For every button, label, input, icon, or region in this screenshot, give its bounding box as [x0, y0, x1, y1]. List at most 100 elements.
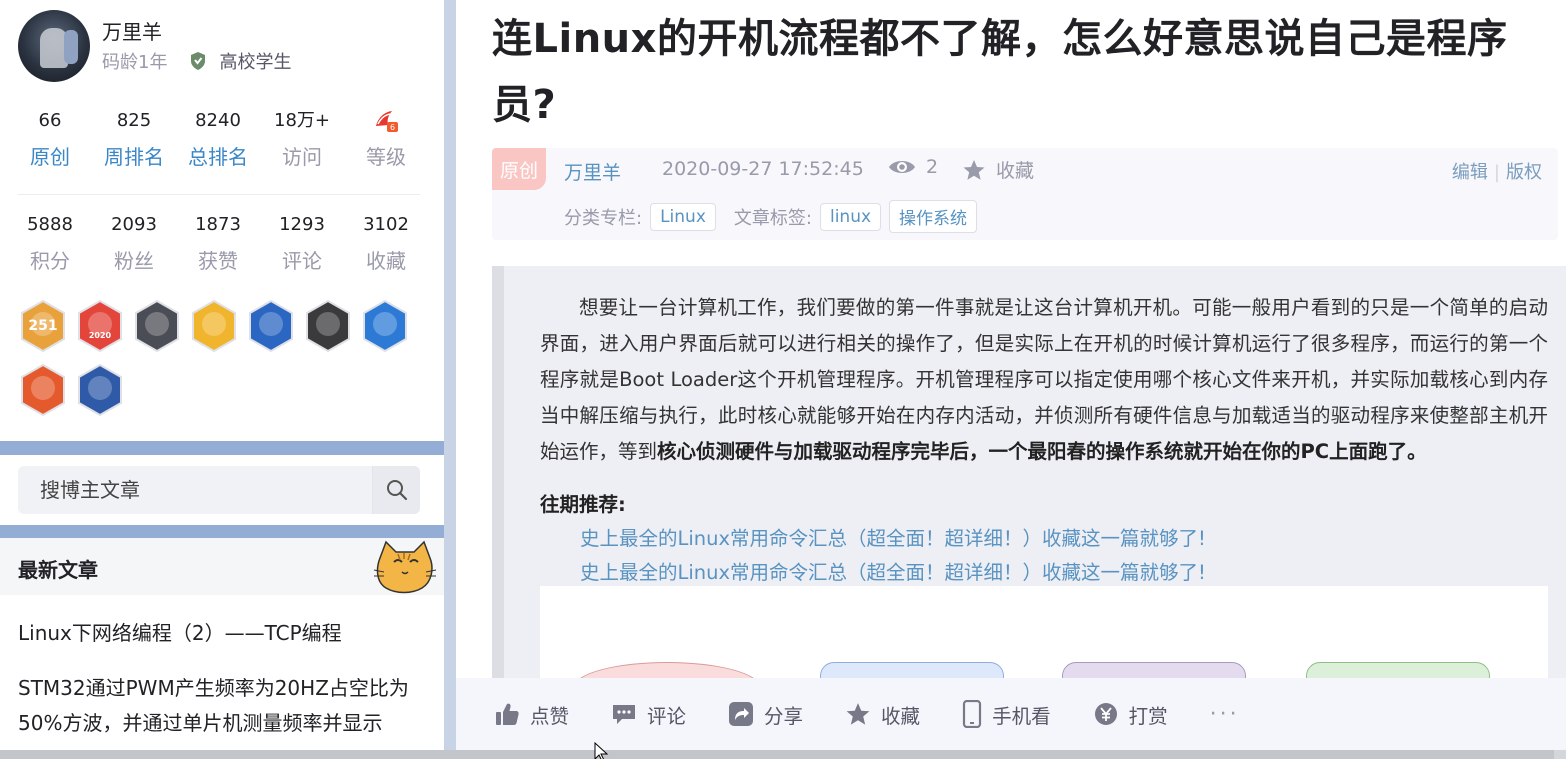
stat-label: 收藏	[366, 249, 406, 273]
achievement-badge-icon[interactable]	[191, 300, 237, 352]
article-favorite-button[interactable]: 收藏	[962, 156, 1034, 183]
copyright-link[interactable]: 版权	[1506, 162, 1542, 183]
stat-likes: 1873 获赞	[176, 212, 260, 274]
stat-value: 2093	[111, 214, 157, 235]
search-icon	[386, 480, 407, 501]
badge-text: 2020	[89, 331, 112, 340]
article-author-link[interactable]: 万里羊	[564, 158, 621, 185]
search-input[interactable]	[18, 466, 372, 514]
stat-value: 825	[116, 110, 152, 131]
stat-visits: 18万+ 访问	[260, 108, 344, 170]
mobile-view-button[interactable]: 手机看	[962, 700, 1051, 729]
recommend-link[interactable]: 史上最全的Linux常用命令汇总（超全面！超详细！）收藏这一篇就够了!	[580, 556, 1206, 585]
edit-link[interactable]: 编辑	[1452, 162, 1488, 183]
achievement-badge-icon[interactable]: 2020	[77, 300, 123, 352]
svg-text:6: 6	[390, 123, 395, 132]
share-icon	[729, 702, 754, 726]
stats-row-1: 66 原创 825 周排名 8240 总排名 18万+ 访问 6 等级	[8, 108, 428, 170]
stat-value: 3102	[363, 214, 409, 235]
phone-icon	[962, 700, 982, 728]
stat-comments: 1293 评论	[260, 212, 344, 274]
stat-points: 5888 积分	[8, 212, 92, 274]
article-title: 连Linux的开机流程都不了解，怎么好意思说自己是程序员?	[492, 16, 1508, 128]
level-icon: 6	[344, 108, 428, 134]
like-button[interactable]: 点赞	[494, 700, 569, 729]
share-label: 分享	[764, 704, 804, 728]
stat-level[interactable]: 6 等级	[344, 108, 428, 170]
star-icon	[846, 703, 870, 725]
share-button[interactable]: 分享	[728, 700, 803, 729]
recommend-link[interactable]: 史上最全的Linux常用命令汇总（超全面！超详细！）收藏这一篇就够了!	[580, 522, 1206, 551]
author-name[interactable]: 万里羊	[102, 16, 162, 45]
horizontal-scrollbar[interactable]	[0, 750, 1566, 759]
article-main: 连Linux的开机流程都不了解，怎么好意思说自己是程序员? 原创 万里羊 202…	[456, 0, 1566, 750]
yen-coin-icon	[1094, 703, 1117, 725]
search-button[interactable]	[372, 466, 420, 514]
reward-label: 打赏	[1128, 704, 1168, 728]
more-button[interactable]: ···	[1210, 702, 1240, 727]
article-paragraph: 想要让一台计算机工作，我们要做的第一件事就是让这台计算机开机。可能一般用户看到的…	[540, 290, 1548, 470]
article-taxonomy: 分类专栏: Linux 文章标签: linux 操作系统	[564, 200, 985, 233]
reward-button[interactable]: 打赏	[1093, 700, 1168, 729]
stat-label: 等级	[366, 145, 406, 169]
scrollbar-thumb[interactable]	[0, 750, 1554, 759]
identity-label: 高校学生	[219, 52, 292, 73]
favorite-label: 收藏	[881, 704, 921, 728]
stat-original[interactable]: 66 原创	[8, 108, 92, 170]
achievement-badge-icon[interactable]: 251	[20, 300, 66, 352]
shield-icon	[191, 52, 206, 70]
achievement-badge-icon[interactable]	[20, 364, 66, 416]
mouse-cursor-icon	[594, 742, 609, 759]
stat-total-rank[interactable]: 8240 总排名	[176, 108, 260, 170]
latest-article-link[interactable]: STM32通过PWM产生频率为20HZ占空比为50%方波，并通过单片机测量频率并…	[18, 671, 430, 741]
eye-icon	[889, 161, 915, 173]
stat-label: 原创	[30, 145, 70, 169]
stat-value: 5888	[27, 214, 73, 235]
stat-label: 总排名	[188, 145, 248, 169]
comment-label: 评论	[647, 704, 687, 728]
comment-icon	[613, 705, 636, 724]
achievement-badge-icon[interactable]	[77, 364, 123, 416]
profile-card: 万里羊 码龄1年 高校学生 66 原创 825 周排名 8240 总排名 18万…	[0, 0, 444, 441]
stat-label: 粉丝	[114, 249, 154, 273]
paragraph-text: 想要让一台计算机工作，我们要做的第一件事就是让这台计算机开机。可能一般用户看到的…	[540, 296, 1548, 463]
article-toolbar: 点赞 评论 分享 收藏 手机看 打赏 ···	[456, 678, 1566, 750]
favorite-label: 收藏	[996, 160, 1035, 182]
category-tag[interactable]: Linux	[650, 202, 716, 231]
stat-label: 获赞	[198, 249, 238, 273]
avatar[interactable]	[18, 10, 90, 82]
badge-text: 251	[28, 318, 57, 334]
stat-value: 8240	[195, 110, 241, 131]
paragraph-bold-text: 核心侦测硬件与加载驱动程序完毕后，一个最阳春的操作系统就开始在你的PC上面跑了。	[657, 440, 1427, 463]
like-label: 点赞	[530, 704, 570, 728]
favorite-button[interactable]: 收藏	[845, 700, 920, 729]
article-tag[interactable]: linux	[819, 202, 882, 231]
stat-favorites: 3102 收藏	[344, 212, 428, 274]
star-icon	[963, 159, 985, 180]
achievement-badge-icon[interactable]	[305, 300, 351, 352]
search-card	[0, 455, 444, 525]
comment-button[interactable]: 评论	[611, 700, 686, 729]
stat-value: 1873	[195, 214, 241, 235]
category-label: 分类专栏:	[564, 207, 643, 229]
achievement-badge-icon[interactable]	[134, 300, 180, 352]
recommend-heading: 往期推荐:	[540, 493, 626, 516]
thumbs-up-icon	[496, 703, 519, 725]
code-age: 码龄1年	[102, 52, 168, 73]
stat-value: 66	[38, 110, 62, 131]
article-admin-links: 编辑 | 版权	[1451, 162, 1542, 183]
divider	[18, 194, 420, 195]
stat-value: 18万+	[274, 110, 330, 131]
mobile-label: 手机看	[992, 704, 1051, 728]
stat-week-rank[interactable]: 825 周排名	[92, 108, 176, 170]
search-box	[18, 466, 420, 514]
latest-article-link[interactable]: Linux下网络编程（2）——TCP编程	[18, 617, 342, 646]
achievement-badge-icon[interactable]	[362, 300, 408, 352]
article-tag[interactable]: 操作系统	[889, 200, 978, 233]
article-date: 2020-09-27 17:52:45	[662, 158, 864, 180]
cat-mascot-icon	[373, 540, 437, 594]
stat-label: 访问	[282, 145, 322, 169]
achievement-badge-icon[interactable]	[248, 300, 294, 352]
article-blockquote: 想要让一台计算机工作，我们要做的第一件事就是让这台计算机开机。可能一般用户看到的…	[492, 266, 1566, 736]
tags-label: 文章标签:	[733, 207, 812, 229]
